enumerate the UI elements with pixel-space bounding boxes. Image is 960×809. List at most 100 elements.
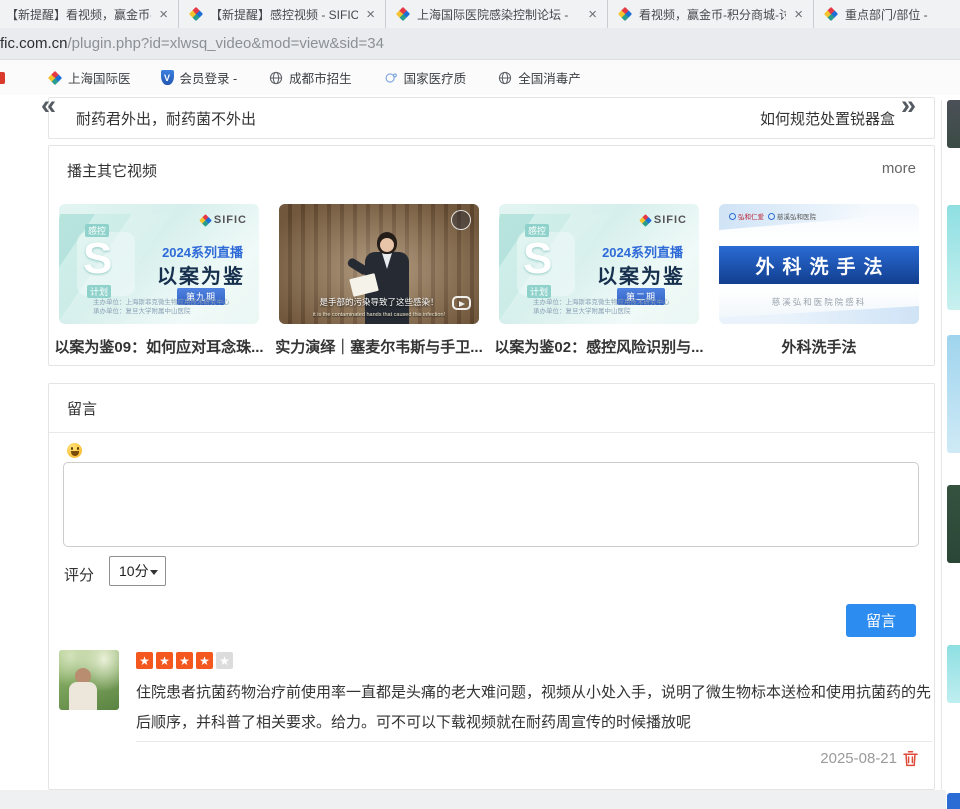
motif-letter: S [523,234,552,284]
emoji-picker-button[interactable] [67,443,82,458]
star-icon [216,652,233,669]
bookmark-medical-quality[interactable]: 国家医疗质 [384,68,467,87]
star-rating [136,652,233,669]
delete-trash-icon[interactable] [903,750,918,767]
presenter-figure [363,232,413,324]
sidebar-partial-thumbnail[interactable] [947,100,960,148]
comment-date: 2025-08-21 [820,750,897,767]
comment-meta: 2025-08-21 [820,750,918,767]
tab-title: 重点部门/部位 - [845,6,960,23]
subtitle-en: it is the contaminated hands that caused… [279,312,479,318]
star-icon [176,652,193,669]
next-arrow-icon[interactable]: » [901,92,916,119]
bookmark-label: 会员登录 - [180,68,238,87]
video-thumbnail-3[interactable]: 感控 S 计划 SIFIC 2024系列直播 以案为鉴 第二期 主办单位：上海斯… [499,204,699,324]
sidebar-partial-thumbnail[interactable] [947,485,960,563]
sific-favicon-icon [618,7,632,21]
browser-tab-2[interactable]: 【新提醒】感控视频 - SIFIC视 × [178,0,385,28]
partial-bookmark-icon[interactable] [0,72,5,84]
submit-comment-button[interactable]: 留言 [846,604,916,637]
url-path: /plugin.php?id=xlwsq_video&mod=view&sid=… [68,35,384,52]
banner-title: 外科洗手法 [719,246,919,284]
sidebar-partial-thumbnail[interactable] [947,335,960,453]
sific-logo: SIFIC [641,214,687,226]
tab-close-icon[interactable]: × [786,6,813,23]
main-title: 以案为鉴 [157,260,245,289]
globe-icon [498,71,512,85]
commenter-avatar[interactable] [59,650,119,710]
bookmark-label: 成都市招生 [289,68,352,87]
browser-tab-1[interactable]: 【新提醒】看视频，赢金币-移 × [0,0,178,28]
sific-favicon-icon [396,7,410,21]
video-thumbnail-1[interactable]: 感控 S 计划 SIFIC 2024系列直播 以案为鉴 第九期 主办单位：上海斯… [59,204,259,324]
motif-letter: S [83,234,112,284]
bookmark-chengdu[interactable]: 成都市招生 [269,68,352,87]
series-label: 2024系列直播 [602,242,683,261]
rating-select[interactable]: 10分 [109,556,166,586]
channel-badge-icon [451,210,471,230]
shield-icon: V [161,70,174,85]
rating-label: 评分 [64,564,94,585]
sific-favicon-icon [824,7,838,21]
divider [136,741,932,742]
page-content: « 耐药君外出，耐药菌不外出 如何规范处置锐器盒 » 播主其它视频 more 感… [0,95,960,809]
chevron-down-icon [150,570,158,575]
subtitle-cn: 是手部的污染导致了这些感染！ [279,296,479,308]
decor-swoosh [719,306,919,324]
browser-tab-3[interactable]: 上海国际医院感染控制论坛 - × [385,0,607,28]
video-thumbnail-2[interactable]: 是手部的污染导致了这些感染！ it is the contaminated ha… [279,204,479,324]
bookmark-label: 国家医疗质 [404,68,467,87]
star-icon [156,652,173,669]
address-bar[interactable]: fic.com.cn/plugin.php?id=xlwsq_video&mod… [0,28,960,60]
bookmark-disinfection[interactable]: 全国消毒产 [498,68,581,87]
other-videos-card: 播主其它视频 more 感控 S 计划 SIFIC 2024系列直播 以案为鉴 … [48,145,935,366]
organizer-lines: 主办单位：上海斯菲克微生物应用技术研究中心 承办单位：复旦大学附属中山医院 [93,298,230,316]
sidebar-partial-thumbnail[interactable] [947,205,960,310]
sidebar-partial-thumbnail[interactable] [947,793,960,809]
tab-title: 上海国际医院感染控制论坛 - [417,6,580,23]
tab-title: 看视频，赢金币-积分商城-讨 [639,6,786,23]
quality-platform-icon [384,71,398,85]
bookmark-sific-forum[interactable]: 上海国际医 [48,68,131,87]
rating-value: 10分 [119,561,149,581]
sific-diamond-icon [639,214,652,227]
tab-title: 【新提醒】看视频，赢金币-移 [6,6,151,23]
sific-favicon-icon [48,71,62,85]
motif-bottom-label: 计划 [87,285,111,298]
page-bottom-strip [0,790,946,809]
other-videos-title: 播主其它视频 [67,160,157,181]
hospital-logos: 弘和仁爱 慈溪弘和医院 [727,211,816,221]
star-icon [196,652,213,669]
sidebar-partial-thumbnail[interactable] [947,645,960,703]
hospital-logo-icon [729,213,736,220]
tab-close-icon[interactable]: × [580,6,607,23]
browser-tab-5[interactable]: 重点部门/部位 - [813,0,960,28]
browser-tab-4[interactable]: 看视频，赢金币-积分商城-讨 × [607,0,813,28]
video-title-4[interactable]: 外科洗手法 [704,336,934,357]
video-title-2[interactable]: 实力演绎｜塞麦尔韦斯与手卫... [264,336,494,357]
bookmark-label: 上海国际医 [68,68,131,87]
banner-subtitle: 慈溪弘和医院院感科 [719,296,919,308]
video-title-1[interactable]: 以案为鉴09：如何应对耳念珠... [44,336,274,357]
comment-input[interactable] [63,462,919,547]
sific-favicon-icon [189,7,203,21]
sific-diamond-icon [199,214,212,227]
more-link[interactable]: more [882,160,916,177]
tab-title: 【新提醒】感控视频 - SIFIC视 [210,6,358,23]
main-title: 以案为鉴 [597,260,685,289]
play-icon [452,296,471,310]
next-video-link[interactable]: 如何规范处置锐器盒 [760,108,895,129]
hospital-logo-icon [768,213,775,220]
prev-arrow-icon[interactable]: « [41,92,56,119]
bookmark-member-login[interactable]: V 会员登录 - [161,68,238,87]
bookmarks-bar: 上海国际医 V 会员登录 - 成都市招生 国家医疗质 全国消毒产 [0,60,960,95]
prev-video-link[interactable]: 耐药君外出，耐药菌不外出 [76,108,256,129]
comment-section-title: 留言 [67,398,97,419]
video-thumbnail-4[interactable]: 弘和仁爱 慈溪弘和医院 外科洗手法 慈溪弘和医院院感科 [719,204,919,324]
sific-motif: 感控 S 计划 [517,232,575,296]
video-title-3[interactable]: 以案为鉴02：感控风险识别与... [484,336,714,357]
tab-close-icon[interactable]: × [151,6,178,23]
tab-close-icon[interactable]: × [358,6,385,23]
series-label: 2024系列直播 [162,242,243,261]
divider [49,432,934,433]
